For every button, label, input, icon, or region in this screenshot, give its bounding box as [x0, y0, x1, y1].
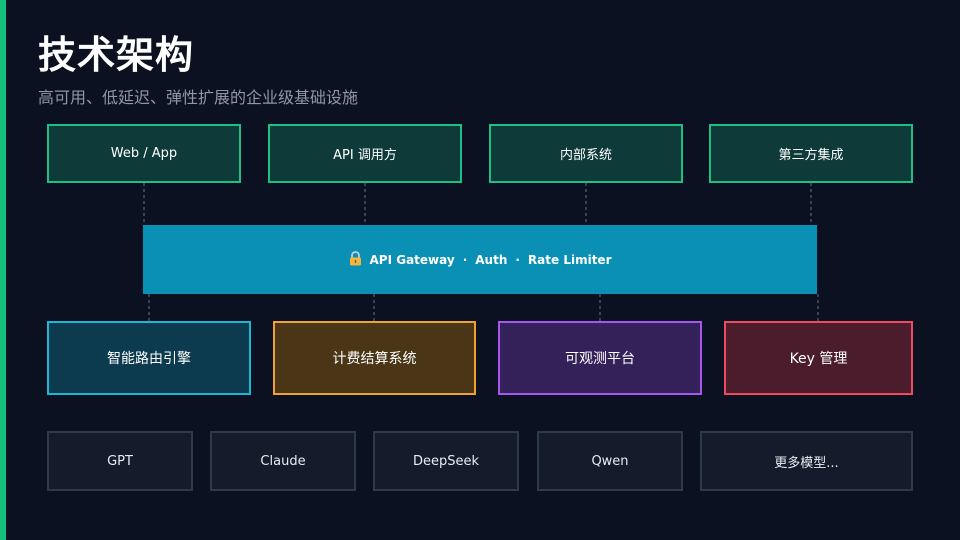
service-observability-platform: 可观测平台 — [498, 321, 702, 395]
api-gateway: API Gateway · Auth · Rate Limiter — [143, 225, 817, 294]
model-claude: Claude — [210, 431, 356, 491]
model-qwen: Qwen — [537, 431, 683, 491]
model-label: 更多模型... — [774, 455, 839, 471]
client-third-party: 第三方集成 — [709, 124, 913, 183]
service-label: 可观测平台 — [565, 351, 635, 367]
gateway-separator: · — [462, 252, 468, 267]
model-label: DeepSeek — [412, 453, 480, 469]
gateway-separator: · — [515, 252, 520, 267]
model-gpt: GPT — [47, 431, 193, 491]
service-label: Key 管理 — [789, 351, 848, 367]
gateway-part-rate-limiter: Rate Limiter — [527, 252, 612, 267]
service-routing-engine: 智能路由引擎 — [47, 321, 251, 395]
client-label: Web / App — [110, 146, 178, 161]
lock-icon — [349, 250, 362, 269]
gateway-part-api-gateway: API Gateway — [369, 252, 455, 267]
client-internal-system: 内部系统 — [489, 124, 683, 183]
model-label: Claude — [260, 453, 306, 469]
client-label: API 调用方 — [333, 148, 397, 163]
service-key-management: Key 管理 — [724, 321, 913, 395]
model-label: Qwen — [591, 453, 629, 469]
gateway-part-auth: Auth — [475, 252, 508, 267]
service-label: 智能路由引擎 — [107, 351, 191, 367]
client-label: 第三方集成 — [778, 148, 844, 163]
model-deepseek: DeepSeek — [373, 431, 519, 491]
client-api-caller: API 调用方 — [268, 124, 462, 183]
model-more: 更多模型... — [700, 431, 913, 491]
client-web-app: Web / App — [47, 124, 241, 183]
service-label: 计费结算系统 — [332, 351, 417, 367]
model-label: GPT — [107, 453, 133, 469]
service-billing-system: 计费结算系统 — [273, 321, 476, 395]
client-label: 内部系统 — [559, 148, 612, 163]
